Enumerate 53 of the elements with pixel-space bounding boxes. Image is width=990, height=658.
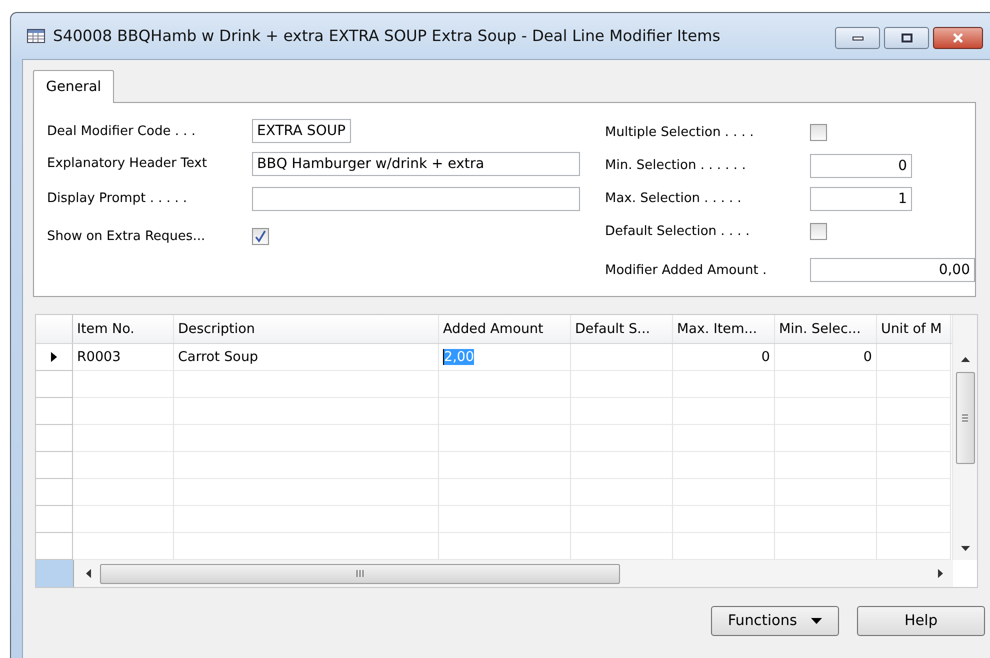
field-label: Multiple Selection . . . .: [605, 125, 755, 140]
scroll-down-icon[interactable]: [960, 546, 970, 551]
window-title: S40008 BBQHamb w Drink + extra EXTRA SOUP Extra Soup - Deal Line Modifier Items: [53, 27, 720, 45]
column-header[interactable]: Description: [174, 315, 439, 343]
close-icon: [951, 33, 965, 43]
checkbox[interactable]: [810, 124, 827, 141]
field-label: Explanatory Header Text: [47, 156, 208, 171]
row-selector[interactable]: [36, 344, 73, 371]
scroll-thumb[interactable]: [956, 372, 974, 464]
scroll-right-icon[interactable]: [938, 569, 943, 578]
checkbox[interactable]: [252, 228, 269, 244]
restore-icon: [900, 33, 912, 43]
table-cell: Carrot Soup: [174, 344, 439, 371]
table-cell: 0: [775, 344, 877, 371]
table-cell: R0003: [73, 344, 174, 371]
field-label: Min. Selection . . . . . .: [605, 158, 747, 173]
tab[interactable]: General: [33, 70, 114, 103]
table-cell: 2,00: [439, 344, 571, 371]
field-label: Show on Extra Reques...: [47, 228, 206, 244]
column-header[interactable]: Default S...: [571, 315, 673, 343]
input-field[interactable]: 0,00: [810, 258, 975, 282]
close-button[interactable]: [933, 27, 983, 49]
input-field[interactable]: [252, 186, 580, 210]
column-header[interactable]: Item No.: [73, 315, 174, 343]
input-field[interactable]: 1: [810, 186, 912, 210]
column-header[interactable]: Added Amount: [439, 315, 571, 343]
field-label: Deal Modifier Code . . .: [47, 124, 196, 138]
current-row-icon: [51, 352, 57, 362]
caret-icon: [811, 618, 822, 624]
table-icon: [27, 29, 45, 43]
column-header[interactable]: Max. Item...: [673, 315, 775, 343]
minimize-button[interactable]: [835, 27, 880, 49]
field-label: Default Selection . . . .: [605, 224, 751, 239]
input-field[interactable]: EXTRA SOUP: [252, 119, 351, 143]
field-label: Modifier Added Amount .: [605, 262, 768, 278]
column-header[interactable]: Min. Selec...: [775, 315, 877, 343]
maximize-button[interactable]: [884, 27, 929, 49]
input-field[interactable]: 0: [810, 154, 912, 178]
scroll-left-icon[interactable]: [86, 569, 91, 578]
grid-corner: [36, 560, 74, 587]
vertical-scrollbar[interactable]: [952, 315, 977, 560]
scroll-up-icon[interactable]: [960, 357, 970, 362]
field-label: Max. Selection . . . . .: [605, 191, 742, 206]
functions-button[interactable]: Functions: [711, 606, 839, 636]
input-field[interactable]: BBQ Hamburger w/drink + extra: [252, 152, 580, 176]
table-cell: 0: [673, 344, 775, 371]
minimize-icon: [852, 35, 864, 41]
horizontal-scrollbar[interactable]: [74, 560, 953, 587]
scroll-thumb[interactable]: [100, 564, 620, 584]
column-header[interactable]: Unit of M: [877, 315, 951, 343]
field-label: Display Prompt . . . . .: [47, 191, 188, 206]
help-button[interactable]: Help: [857, 606, 985, 636]
checkbox[interactable]: [810, 223, 827, 240]
